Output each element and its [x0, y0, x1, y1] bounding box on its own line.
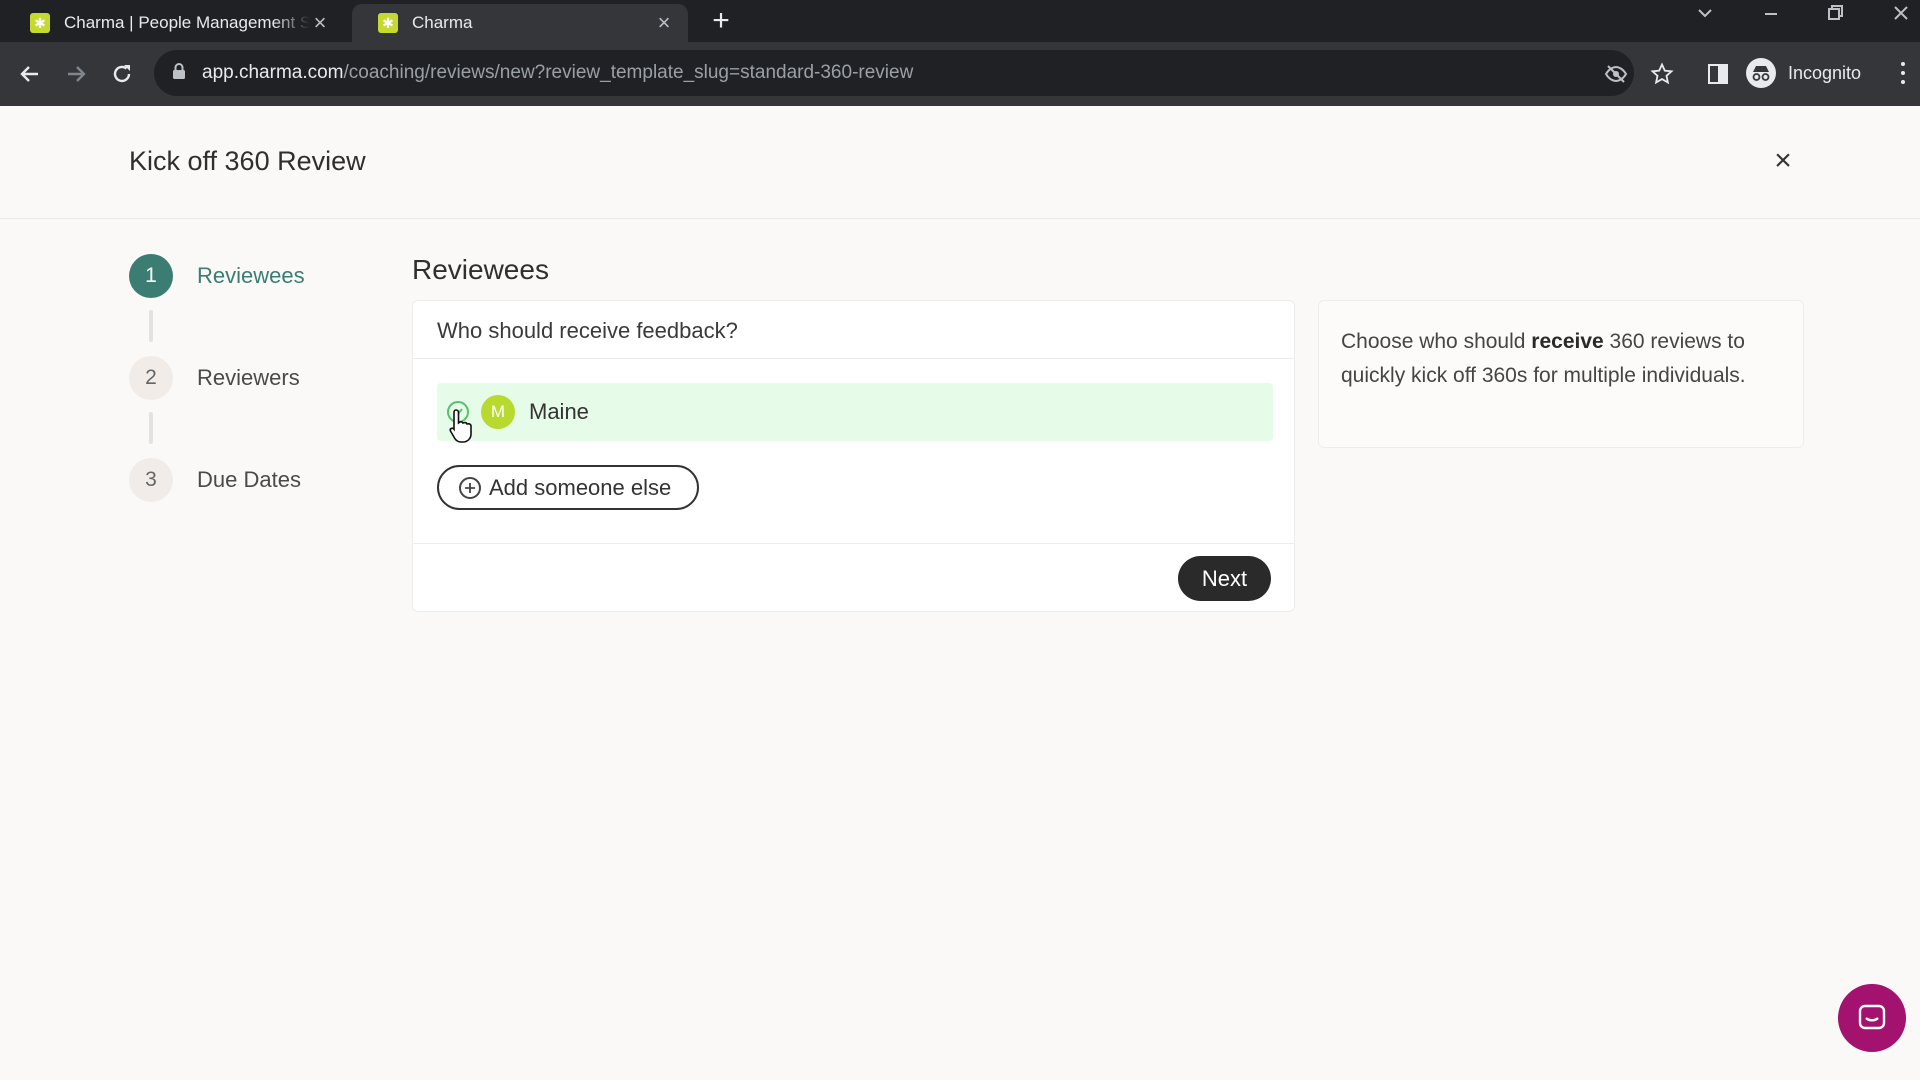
help-info-card: Choose who should receive 360 reviews to… — [1318, 300, 1804, 448]
url-host: app.charma.com — [202, 62, 344, 83]
close-window-icon[interactable] — [1886, 4, 1916, 28]
incognito-profile-button[interactable]: Incognito — [1746, 52, 1861, 94]
step-number: 1 — [129, 254, 173, 298]
browser-tab-bar: ✱ Charma | People Management S × ✱ Charm… — [0, 0, 1920, 42]
step-label: Reviewees — [197, 263, 305, 288]
minimize-window-icon[interactable] — [1756, 4, 1786, 28]
add-someone-else-button[interactable]: Add someone else — [437, 465, 699, 510]
back-arrow-icon[interactable] — [12, 56, 48, 92]
plus-circle-icon — [459, 476, 481, 499]
incognito-icon — [1746, 58, 1776, 88]
browser-toolbar: app.charma.com/coaching/reviews/new?revi… — [0, 42, 1920, 106]
step-label: Due Dates — [197, 467, 301, 492]
close-icon[interactable]: × — [1768, 146, 1798, 176]
reviewee-name: Maine — [529, 399, 589, 424]
hand-pointer-cursor-icon — [448, 408, 476, 444]
new-tab-plus-icon[interactable]: + — [706, 6, 736, 36]
incognito-label: Incognito — [1788, 62, 1862, 83]
chat-widget-button[interactable] — [1838, 984, 1906, 1052]
step-reviewees[interactable]: 1 Reviewees — [129, 254, 389, 298]
address-bar[interactable]: app.charma.com/coaching/reviews/new?revi… — [154, 50, 1634, 96]
avatar: M — [481, 395, 515, 429]
step-connector — [149, 412, 153, 444]
step-number: 2 — [129, 356, 173, 400]
bookmark-star-icon[interactable] — [1650, 62, 1674, 86]
lock-icon — [172, 62, 186, 85]
url-text: app.charma.com/coaching/reviews/new?revi… — [202, 62, 913, 84]
reload-icon[interactable] — [104, 56, 140, 92]
eye-off-icon[interactable] — [1604, 62, 1628, 86]
step-number: 3 — [129, 458, 173, 502]
forward-arrow-icon[interactable] — [58, 56, 94, 92]
divider — [413, 358, 1294, 359]
url-path: /coaching/reviews/new?review_template_sl… — [343, 62, 914, 83]
side-panel-icon[interactable] — [1706, 62, 1730, 86]
tab-title: Charma — [412, 13, 473, 32]
modal-header: Kick off 360 Review × — [0, 106, 1920, 219]
step-due-dates[interactable]: 3 Due Dates — [129, 458, 389, 502]
reviewees-card: Who should receive feedback? M Maine Add… — [412, 300, 1295, 612]
charma-favicon-icon: ✱ — [378, 13, 398, 33]
step-reviewers[interactable]: 2 Reviewers — [129, 356, 389, 400]
divider — [413, 543, 1294, 544]
close-tab-icon[interactable]: × — [310, 10, 330, 36]
tab-search-chevron-icon[interactable] — [1690, 4, 1720, 28]
chat-icon — [1858, 1004, 1886, 1030]
info-text-emphasis: receive — [1531, 330, 1604, 353]
charma-favicon-icon: ✱ — [30, 13, 50, 33]
next-button[interactable]: Next — [1178, 556, 1271, 601]
close-tab-icon[interactable]: × — [654, 10, 674, 36]
step-connector — [149, 310, 153, 342]
reviewee-row[interactable]: M Maine — [437, 383, 1273, 441]
browser-menu-icon[interactable] — [1893, 58, 1913, 88]
step-label: Reviewers — [197, 365, 300, 390]
feedback-question: Who should receive feedback? — [437, 318, 738, 343]
section-title: Reviewees — [412, 254, 549, 285]
add-button-label: Add someone else — [489, 474, 672, 500]
page-title: Kick off 360 Review — [129, 146, 366, 176]
info-text-before: Choose who should — [1341, 330, 1532, 353]
restore-window-icon[interactable] — [1820, 4, 1850, 28]
tab-title: Charma | People Management S — [64, 13, 310, 32]
browser-tab-people-management[interactable]: ✱ Charma | People Management S × — [4, 4, 344, 42]
browser-tab-charma[interactable]: ✱ Charma × — [352, 4, 688, 42]
